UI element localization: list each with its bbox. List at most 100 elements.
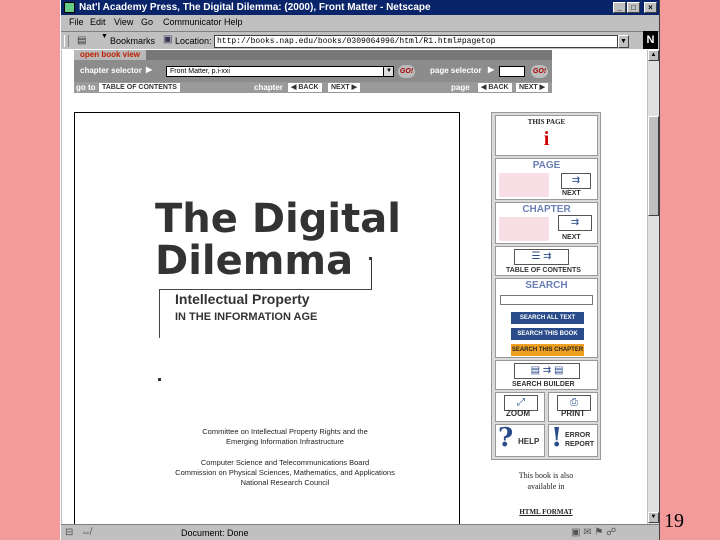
search-input[interactable]: [500, 295, 593, 305]
board-credits: Computer Science and Telecommunications …: [135, 458, 435, 488]
search-this-book-button[interactable]: SEARCH THIS BOOK: [511, 328, 584, 340]
page-back-button[interactable]: ◀ BACK: [478, 83, 512, 92]
url-input[interactable]: http://books.nap.edu/books/0309064996/ht…: [214, 35, 618, 48]
page-nav-label: page: [451, 83, 470, 92]
page-next-button[interactable]: NEXT ▶: [516, 83, 548, 92]
page-content: open book view chapter selector ▶ Front …: [62, 50, 647, 524]
also-available-line2: available in: [527, 482, 565, 491]
scroll-down-button[interactable]: ▼: [648, 512, 659, 523]
book-subtitle-2: IN THE INFORMATION AGE: [175, 311, 318, 323]
chapter-box-label: CHAPTER: [522, 204, 571, 215]
book-title-line1: The Digital: [155, 196, 401, 242]
menu-go[interactable]: Go: [141, 15, 153, 30]
book-sidebar: THIS PAGE i PAGE ⇉ NEXT CHAPTER ⇉ NEXT ☰…: [491, 112, 601, 460]
minimize-button[interactable]: _: [613, 2, 626, 13]
book-subtitle-1: Intellectual Property: [175, 291, 310, 307]
toc-box[interactable]: ☰ ⇉ TABLE OF CONTENTS: [495, 246, 598, 276]
goto-row: go to TABLE OF CONTENTS chapter ◀ BACK N…: [74, 82, 552, 93]
search-this-chapter-button[interactable]: SEARCH THIS CHAPTER: [511, 344, 584, 356]
subtitle-dot: [158, 378, 161, 381]
menu-communicator[interactable]: Communicator: [163, 15, 222, 30]
next-page-icon: ⇉: [561, 173, 591, 189]
page-next-label: NEXT: [562, 190, 581, 197]
menu-edit[interactable]: Edit: [90, 15, 106, 30]
chapter-next-button[interactable]: NEXT ▶: [328, 83, 360, 92]
netscape-logo-icon: [64, 2, 75, 13]
status-text: Document: Done: [181, 528, 249, 538]
chapter-next-box[interactable]: CHAPTER ⇉ NEXT: [495, 202, 598, 244]
maximize-button[interactable]: □: [627, 2, 640, 13]
online-status-icon: ⇎: [81, 527, 91, 538]
question-mark-icon: ?: [498, 423, 514, 453]
scroll-thumb[interactable]: [648, 116, 659, 216]
chapter-selector-dropdown[interactable]: ▼: [383, 66, 394, 77]
bookmark-icon: ▤: [77, 35, 87, 46]
title-rule: [371, 259, 372, 289]
page-box-swatch: [499, 173, 549, 197]
chapter-next-label: NEXT: [562, 234, 581, 241]
credit-line: Computer Science and Telecommunications …: [200, 458, 370, 467]
committee-credits: Committee on Intellectual Property Right…: [135, 427, 435, 447]
credit-line: Emerging Information Infrastructure: [226, 437, 344, 446]
page-proxy-icon[interactable]: ▣: [163, 34, 172, 45]
credit-line: National Research Council: [240, 478, 330, 487]
book-page-image: The Digital Dilemma Intellectual Propert…: [74, 112, 460, 524]
also-available-text: This book is also available in: [491, 470, 601, 492]
search-builder-icon: ▤ ⇉ ▤: [514, 363, 580, 379]
html-format-link[interactable]: HTML FORMAT: [491, 508, 601, 516]
report-label: REPORT: [565, 441, 595, 448]
exclamation-icon: !: [551, 423, 563, 453]
security-lock-icon[interactable]: ⊟: [65, 526, 73, 540]
error-label: ERROR: [565, 432, 591, 439]
chevron-down-icon: ▼: [101, 33, 108, 40]
page-selector-label: page selector: [430, 66, 482, 75]
netscape-throbber-icon: N: [643, 31, 658, 49]
help-label: HELP: [518, 437, 540, 446]
chapter-nav-label: chapter: [254, 83, 283, 92]
credit-line: Committee on Intellectual Property Right…: [202, 427, 368, 436]
chapter-go-button[interactable]: GO!: [398, 65, 415, 78]
toolbar-grip[interactable]: [64, 35, 69, 47]
menu-view[interactable]: View: [114, 15, 133, 30]
book-navigation-bar: open book view chapter selector ▶ Front …: [74, 50, 552, 93]
open-book-view-tab[interactable]: open book view: [74, 50, 147, 60]
menu-bar: File Edit View Go Communicator Help: [61, 15, 659, 30]
zoom-box[interactable]: ⤢ ZOOM: [495, 392, 545, 422]
url-dropdown-button[interactable]: ▼: [618, 35, 629, 48]
error-report-box[interactable]: ! ERROR REPORT: [548, 423, 598, 457]
browser-window: Nat'l Academy Press, The Digital Dilemma…: [60, 0, 660, 540]
chapter-back-label: BACK: [298, 84, 319, 91]
go-to-label: go to: [76, 83, 96, 92]
page-go-button[interactable]: GO!: [531, 65, 548, 78]
chapter-selector-select[interactable]: Front Matter, p.i-xxi: [166, 66, 394, 77]
help-box[interactable]: ? HELP: [495, 423, 545, 457]
page-next-box[interactable]: PAGE ⇉ NEXT: [495, 158, 598, 200]
close-button[interactable]: ×: [644, 2, 657, 13]
chapter-box-swatch: [499, 217, 549, 241]
this-page-label: THIS PAGE: [527, 118, 566, 126]
page-next-label: NEXT: [519, 84, 538, 91]
this-page-box: THIS PAGE i: [495, 115, 598, 156]
menu-file[interactable]: File: [69, 15, 84, 30]
table-of-contents-button[interactable]: TABLE OF CONTENTS: [99, 83, 180, 92]
page-selector-input[interactable]: [499, 66, 525, 77]
chapter-back-button[interactable]: ◀ BACK: [288, 83, 322, 92]
credit-line: Commission on Physical Sciences, Mathema…: [175, 468, 395, 477]
arrow-right-icon: ▶: [146, 65, 153, 74]
print-box[interactable]: ⎙ PRINT: [548, 392, 598, 422]
search-label: SEARCH: [525, 280, 568, 291]
search-all-text-button[interactable]: SEARCH ALL TEXT: [511, 312, 584, 324]
scroll-up-button[interactable]: ▲: [648, 50, 659, 61]
location-label: Location:: [175, 36, 212, 46]
taskbar-icons[interactable]: ▣ ✉ ⚑ ☍: [571, 526, 616, 540]
vertical-scrollbar[interactable]: ▲ ▼: [647, 50, 659, 524]
search-builder-box[interactable]: ▤ ⇉ ▤ SEARCH BUILDER: [495, 360, 598, 390]
chapter-selector-label: chapter selector: [80, 66, 142, 75]
zoom-label: ZOOM: [506, 409, 530, 418]
menu-help[interactable]: Help: [224, 15, 243, 30]
search-builder-label: SEARCH BUILDER: [512, 381, 575, 388]
bookmarks-button[interactable]: Bookmarks: [110, 36, 155, 46]
location-toolbar: ▤ ▼ Bookmarks ▣ Location: http://books.n…: [61, 31, 659, 50]
next-chapter-icon: ⇉: [558, 215, 592, 231]
this-page-number: i: [543, 128, 550, 150]
